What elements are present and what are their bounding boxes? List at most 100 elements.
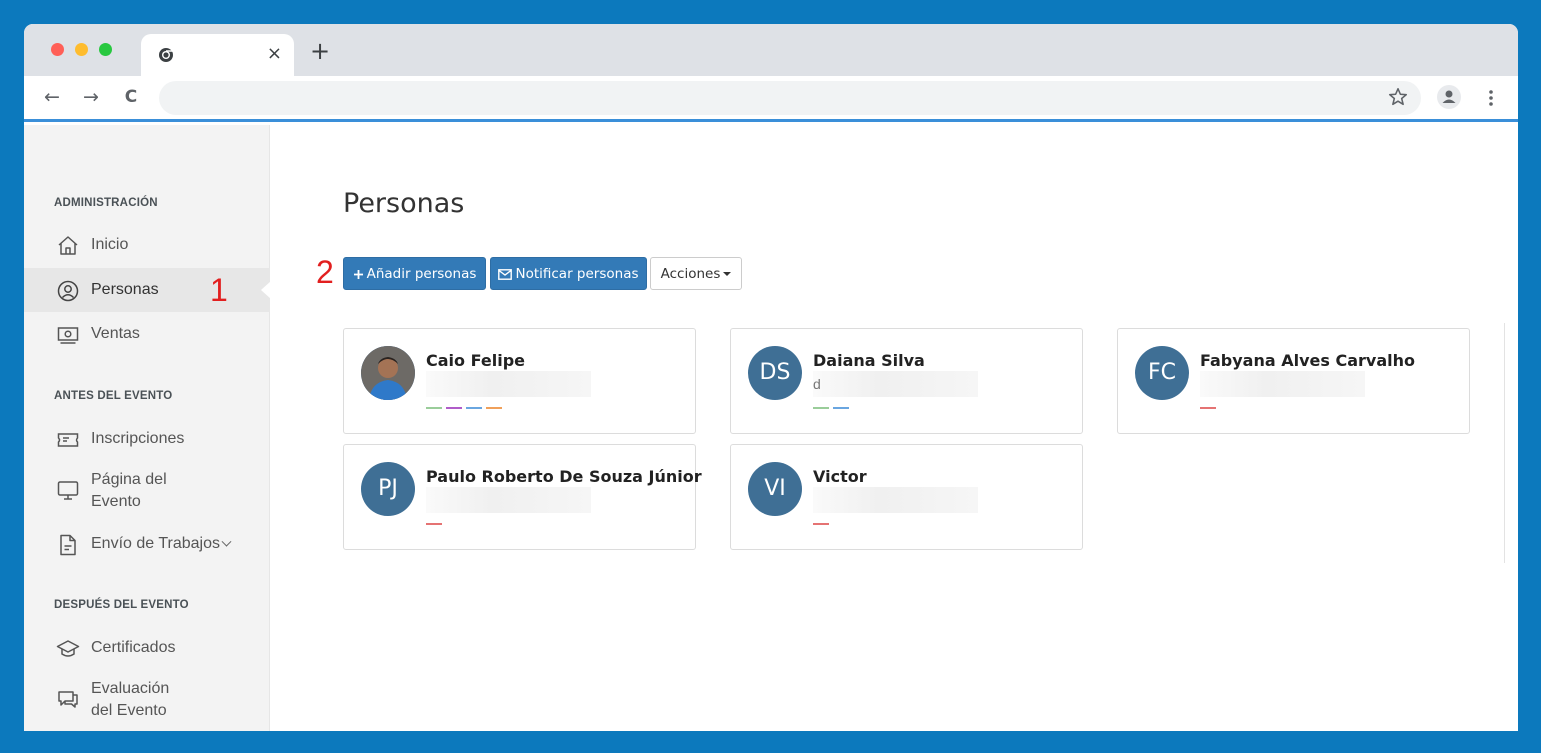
sidebar-item-personas[interactable]: Personas (24, 268, 271, 312)
home-icon (58, 236, 78, 255)
reload-button[interactable]: C (120, 86, 142, 108)
label-line-1: Página del (91, 471, 167, 488)
person-email (813, 487, 978, 513)
sidebar-item-inicio[interactable]: Inicio (24, 223, 270, 267)
person-tags (426, 407, 506, 410)
label-text: Envío de Trabajos (91, 535, 220, 552)
column-divider (1504, 323, 1505, 563)
person-email (1200, 371, 1365, 397)
add-persons-label: Añadir personas (366, 266, 477, 282)
sidebar-item-label: Envío de Trabajos (91, 534, 232, 554)
tag-swatch (813, 523, 829, 525)
actions-dropdown[interactable]: Acciones (650, 257, 742, 290)
back-button[interactable]: ← (41, 86, 63, 108)
avatar: DS (748, 346, 802, 400)
add-persons-button[interactable]: Añadir personas (343, 257, 486, 290)
ticket-icon (57, 433, 79, 447)
person-card[interactable]: FC Fabyana Alves Carvalho (1117, 328, 1470, 434)
browser-tab[interactable]: × (141, 34, 294, 76)
section-antes: ANTES DEL EVENTO (54, 390, 173, 402)
document-icon (60, 534, 76, 556)
person-card[interactable]: VI Victor (730, 444, 1083, 550)
person-tags (1200, 407, 1220, 410)
person-photo-icon (361, 346, 415, 400)
profile-icon[interactable] (1437, 85, 1461, 109)
tab-close-icon[interactable]: × (267, 43, 282, 65)
person-tags (813, 523, 833, 526)
section-admin: ADMINISTRACIÓN (54, 197, 158, 209)
person-email (426, 487, 591, 513)
avatar: VI (748, 462, 802, 516)
person-card[interactable]: DS Daiana Silva d (730, 328, 1083, 434)
sidebar-item-envio-trabajos[interactable]: Envío de Trabajos (24, 522, 270, 566)
annotation-2: 2 (316, 254, 334, 290)
sidebar-item-pagina-evento[interactable]: Página del Evento (24, 467, 270, 511)
tag-swatch (466, 407, 482, 409)
browser-window: × + ← → C ADMINISTRACIÓN Inicio Personas… (24, 24, 1518, 731)
new-tab-button[interactable]: + (310, 39, 330, 63)
person-email (426, 371, 591, 397)
sidebar-item-inscripciones[interactable]: Inscripciones (24, 417, 270, 461)
sidebar-item-label: Inicio (91, 236, 129, 253)
chat-icon (58, 691, 78, 708)
sidebar-item-label: Inscripciones (91, 430, 185, 447)
tab-strip: × + (24, 24, 1518, 76)
envelope-icon (498, 268, 513, 280)
plus-icon (353, 269, 363, 279)
minimize-window-button[interactable] (75, 43, 88, 56)
forward-button[interactable]: → (80, 86, 102, 108)
person-name: Daiana Silva (813, 351, 925, 370)
browser-toolbar: ← → C (24, 76, 1518, 122)
tag-swatch (813, 407, 829, 409)
monitor-icon (57, 481, 79, 500)
chrome-icon (159, 48, 173, 62)
graduation-cap-icon (56, 640, 80, 657)
caret-down-icon (723, 272, 732, 276)
person-tags (813, 407, 853, 410)
address-bar[interactable] (159, 81, 1421, 115)
tag-swatch (486, 407, 502, 409)
label-line-2: Evento (91, 493, 141, 510)
sidebar-item-ventas[interactable]: Ventas (24, 312, 270, 356)
page-title: Personas (343, 188, 465, 219)
notify-persons-label: Notificar personas (515, 266, 639, 282)
maximize-window-button[interactable] (99, 43, 112, 56)
user-circle-icon (57, 280, 79, 302)
more-menu-icon[interactable] (1481, 88, 1501, 108)
person-email: d (813, 371, 978, 397)
annotation-1: 1 (210, 272, 228, 308)
person-name: Victor (813, 467, 867, 486)
bookmark-star-icon[interactable] (1387, 86, 1409, 108)
actions-label: Acciones (660, 266, 721, 282)
person-card[interactable]: Caio Felipe (343, 328, 696, 434)
label-line-2: del Evento (91, 702, 167, 719)
sidebar-item-label: Ventas (91, 325, 140, 342)
section-despues: DESPUÉS DEL EVENTO (54, 599, 189, 611)
sidebar: ADMINISTRACIÓN Inicio Personas Ventas AN… (24, 125, 271, 731)
money-icon (57, 327, 79, 344)
sidebar-item-evaluacion[interactable]: Evaluación del Evento (24, 676, 270, 720)
avatar (361, 346, 415, 400)
sidebar-item-label: Certificados (91, 639, 176, 656)
close-window-button[interactable] (51, 43, 64, 56)
tag-swatch (426, 523, 442, 525)
tag-swatch (1200, 407, 1216, 409)
person-name: Fabyana Alves Carvalho (1200, 351, 1415, 370)
page-content: ADMINISTRACIÓN Inicio Personas Ventas AN… (24, 125, 1518, 731)
tag-swatch (426, 407, 442, 409)
chevron-down-icon (221, 536, 232, 547)
tag-swatch (833, 407, 849, 409)
sidebar-item-label: Evaluación del Evento (91, 678, 169, 722)
person-name: Caio Felipe (426, 351, 525, 370)
avatar: PJ (361, 462, 415, 516)
person-tags (426, 523, 446, 526)
sidebar-item-certificados[interactable]: Certificados (24, 626, 270, 670)
notify-persons-button[interactable]: Notificar personas (490, 257, 647, 290)
label-line-1: Evaluación (91, 680, 170, 697)
sidebar-item-label: Página del Evento (91, 469, 167, 513)
sidebar-item-label: Personas (91, 281, 159, 298)
person-name: Paulo Roberto De Souza Júnior (426, 467, 702, 486)
avatar: FC (1135, 346, 1189, 400)
person-card[interactable]: PJ Paulo Roberto De Souza Júnior (343, 444, 702, 550)
tag-swatch (446, 407, 462, 409)
